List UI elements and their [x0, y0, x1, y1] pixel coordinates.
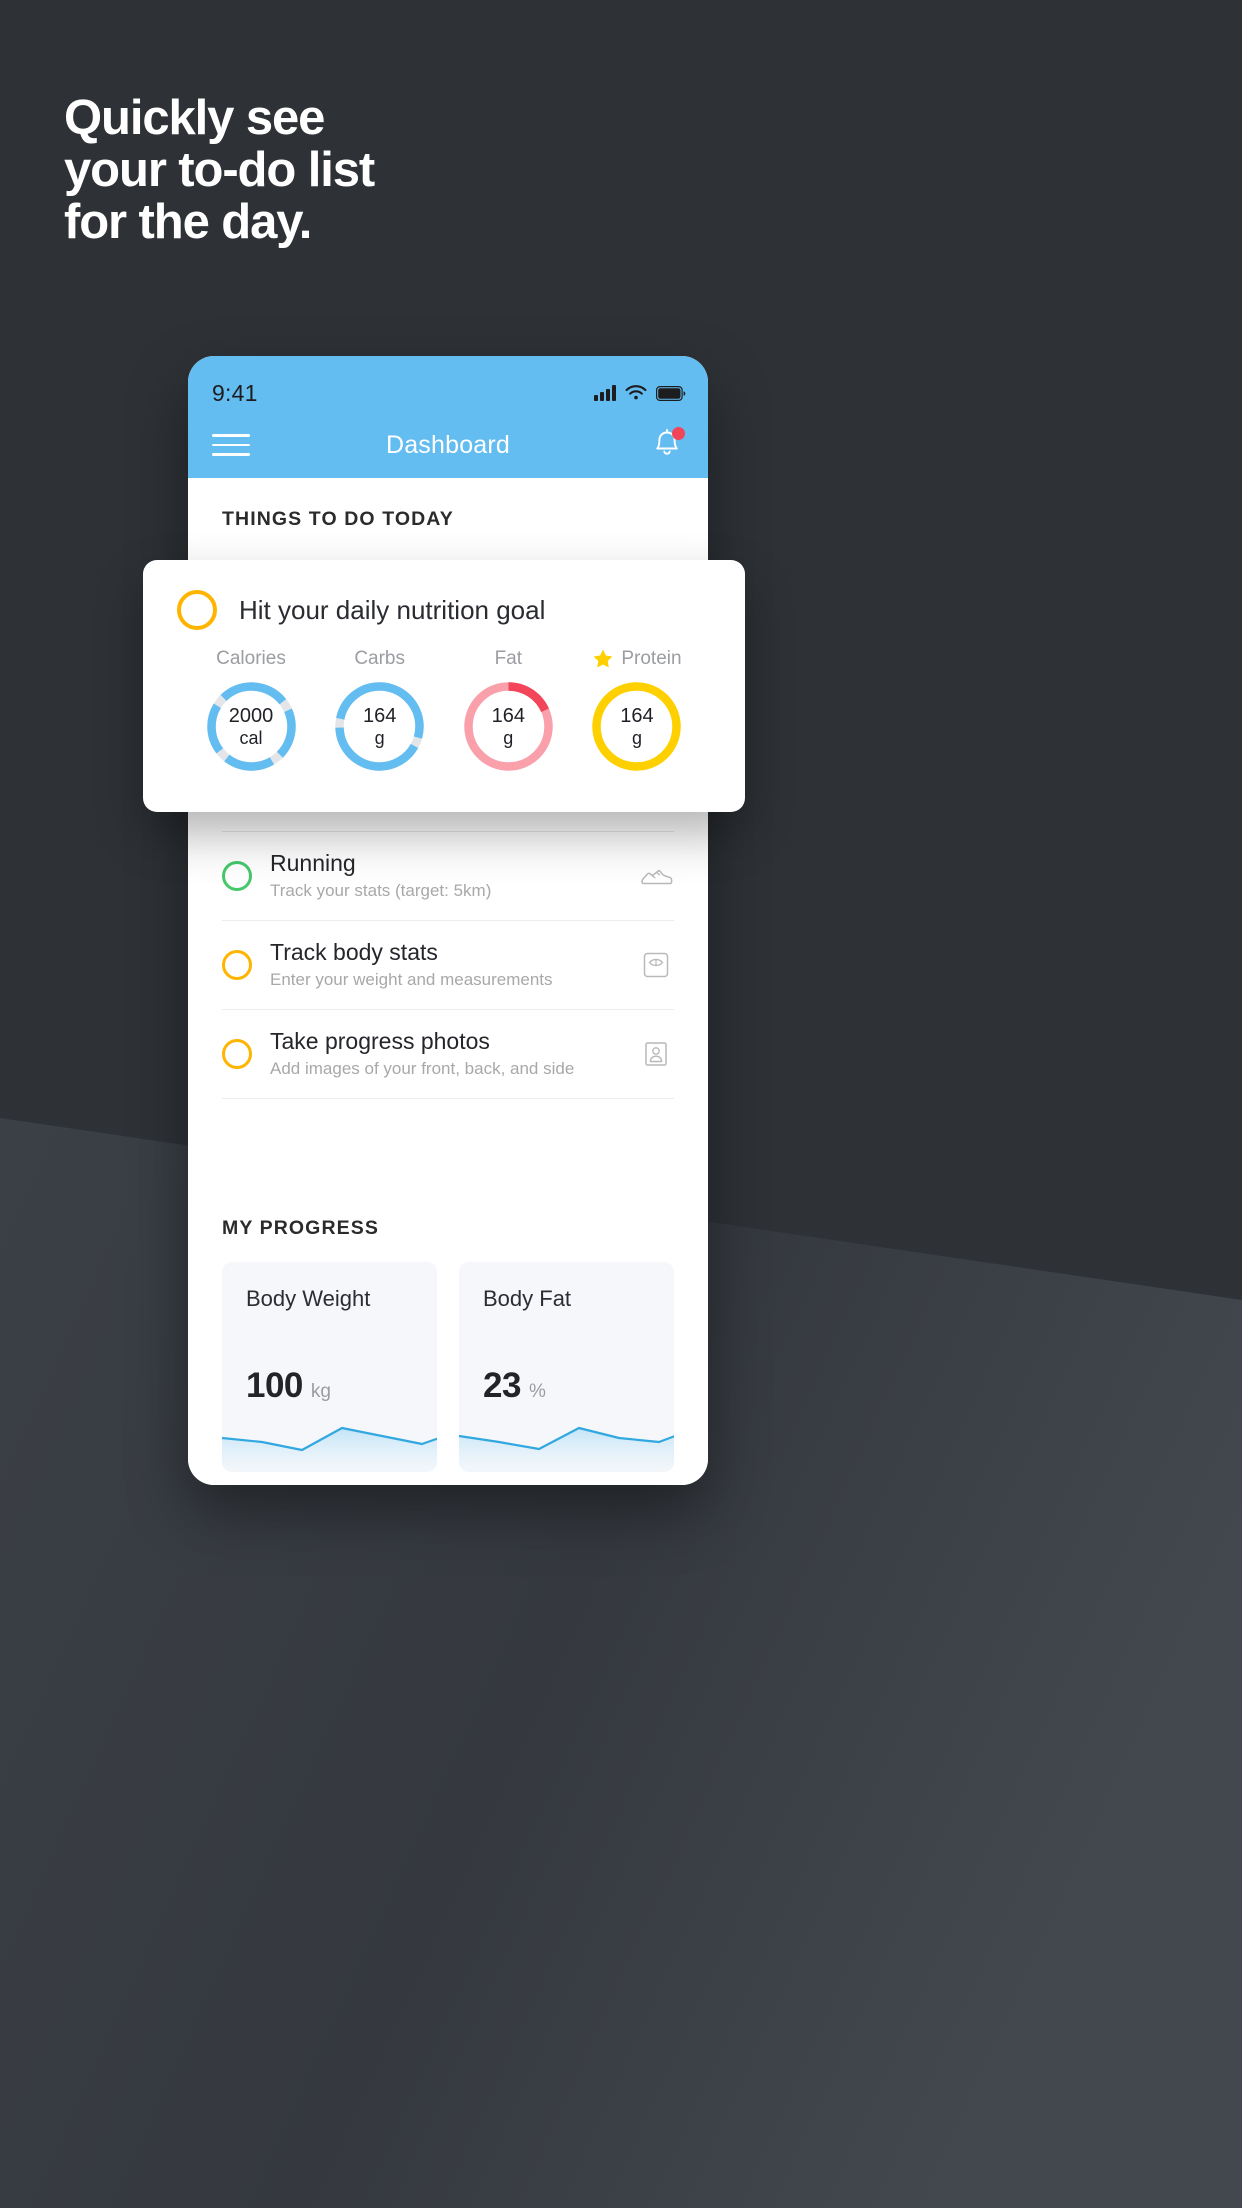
macro-unit: g: [503, 727, 514, 748]
photo-person-icon: [638, 1036, 674, 1072]
page-title: Dashboard: [385, 430, 511, 459]
protein-ring: 164 g: [588, 678, 685, 775]
task-subtitle: Enter your weight and measurements: [270, 970, 553, 989]
macro-fat[interactable]: Fat 164 g: [448, 648, 568, 775]
macro-value: 2000: [228, 704, 274, 727]
task-row[interactable]: Running Track your stats (target: 5km): [222, 831, 674, 920]
task-row[interactable]: Track body stats Enter your weight and m…: [222, 920, 674, 1009]
macro-label-group: Calories: [191, 648, 311, 670]
macro-calories[interactable]: Calories 2000 cal: [191, 648, 311, 775]
macro-label: Protein: [621, 648, 682, 669]
task-text: Take progress photos Add images of your …: [270, 1027, 620, 1081]
task-subtitle: Add images of your front, back, and side: [270, 1059, 575, 1078]
status-icons: [594, 385, 686, 401]
task-checkbox-icon[interactable]: [177, 590, 217, 630]
body-fat-sparkline: [459, 1426, 674, 1472]
task-text: Running Track your stats (target: 5km): [270, 849, 620, 903]
macro-label-group: Carbs: [320, 648, 440, 670]
macro-value: 164: [620, 704, 654, 727]
nutrition-card-title: Hit your daily nutrition goal: [239, 594, 546, 625]
macro-label: Calories: [216, 648, 286, 669]
progress-card-grid-peek: [188, 1472, 708, 1485]
star-icon: [593, 649, 613, 668]
protein-ring-center: 164 g: [588, 678, 685, 775]
macro-unit: cal: [239, 727, 263, 748]
phone-mockup: 9:41 Dashboard THINGS TO DO TODAY Runnin…: [188, 356, 708, 1485]
task-row[interactable]: Take progress photos Add images of your …: [222, 1009, 674, 1099]
task-checkbox-icon[interactable]: [222, 861, 252, 891]
macro-carbs[interactable]: Carbs 164 g: [320, 648, 440, 775]
task-subtitle: Track your stats (target: 5km): [270, 881, 492, 900]
carbs-ring-center: 164 g: [331, 678, 428, 775]
sneaker-icon: [638, 858, 674, 894]
progress-card-grid: Body Weight 100 kg Body Fat 23 %: [188, 1240, 708, 1472]
hamburger-menu-icon[interactable]: [212, 434, 250, 456]
stat-card-value-group: 100 kg: [246, 1366, 331, 1406]
task-title: Running: [270, 850, 356, 876]
macro-unit: g: [631, 727, 642, 748]
macro-label: Fat: [494, 648, 523, 669]
task-text: Track body stats Enter your weight and m…: [270, 938, 620, 992]
headline-line-2: your to-do list: [64, 143, 375, 197]
stat-card-unit: %: [528, 1381, 546, 1402]
macro-label: Carbs: [354, 648, 405, 669]
headline-line-1: Quickly see: [64, 91, 325, 145]
battery-icon: [656, 385, 686, 401]
task-checkbox-icon[interactable]: [222, 1039, 252, 1069]
stat-card-unit: kg: [310, 1381, 331, 1402]
calories-ring: 2000 cal: [203, 678, 300, 775]
task-checkbox-icon[interactable]: [222, 950, 252, 980]
task-title: Track body stats: [270, 939, 438, 965]
bell-icon[interactable]: [650, 427, 685, 463]
signal-bars-icon: [594, 385, 616, 401]
task-title: Take progress photos: [270, 1028, 490, 1054]
stat-card-value: 100: [246, 1366, 303, 1405]
status-bar: 9:41: [188, 356, 708, 416]
nav-bar: Dashboard: [188, 416, 708, 478]
status-clock: 9:41: [212, 379, 258, 406]
nutrition-card-header: Hit your daily nutrition goal: [177, 590, 711, 630]
stat-card-value: 23: [483, 1366, 521, 1405]
stat-card-value-group: 23 %: [483, 1366, 546, 1406]
carbs-ring: 164 g: [331, 678, 428, 775]
stat-card-label: Body Weight: [246, 1286, 371, 1311]
stat-card-body-fat[interactable]: Body Fat 23 %: [459, 1262, 674, 1472]
macro-label-group: Protein: [577, 648, 697, 670]
body-weight-sparkline: [222, 1426, 437, 1472]
macro-protein[interactable]: Protein 164 g: [577, 648, 697, 775]
macro-unit: g: [374, 727, 385, 748]
macro-ring-group: Calories 2000 cal Carbs 164 g Fat 164 g …: [177, 630, 711, 775]
notification-badge: [672, 427, 685, 440]
fat-ring: 164 g: [460, 678, 557, 775]
stat-card-label: Body Fat: [483, 1286, 572, 1311]
todo-section-title: THINGS TO DO TODAY: [222, 508, 454, 530]
macro-value: 164: [491, 704, 525, 727]
headline: Quickly see your to-do list for the day.: [64, 91, 375, 249]
calories-ring-center: 2000 cal: [203, 678, 300, 775]
fat-ring-center: 164 g: [460, 678, 557, 775]
task-list: Running Track your stats (target: 5km) T…: [188, 831, 708, 1099]
wifi-icon: [625, 385, 647, 400]
macro-label-group: Fat: [448, 648, 568, 670]
headline-line-3: for the day.: [64, 195, 312, 249]
scale-icon: [638, 947, 674, 983]
progress-section-title: MY PROGRESS: [222, 1217, 379, 1239]
stat-card-body-weight[interactable]: Body Weight 100 kg: [222, 1262, 437, 1472]
nutrition-goal-card[interactable]: Hit your daily nutrition goal Calories 2…: [143, 560, 745, 812]
macro-value: 164: [362, 704, 397, 727]
